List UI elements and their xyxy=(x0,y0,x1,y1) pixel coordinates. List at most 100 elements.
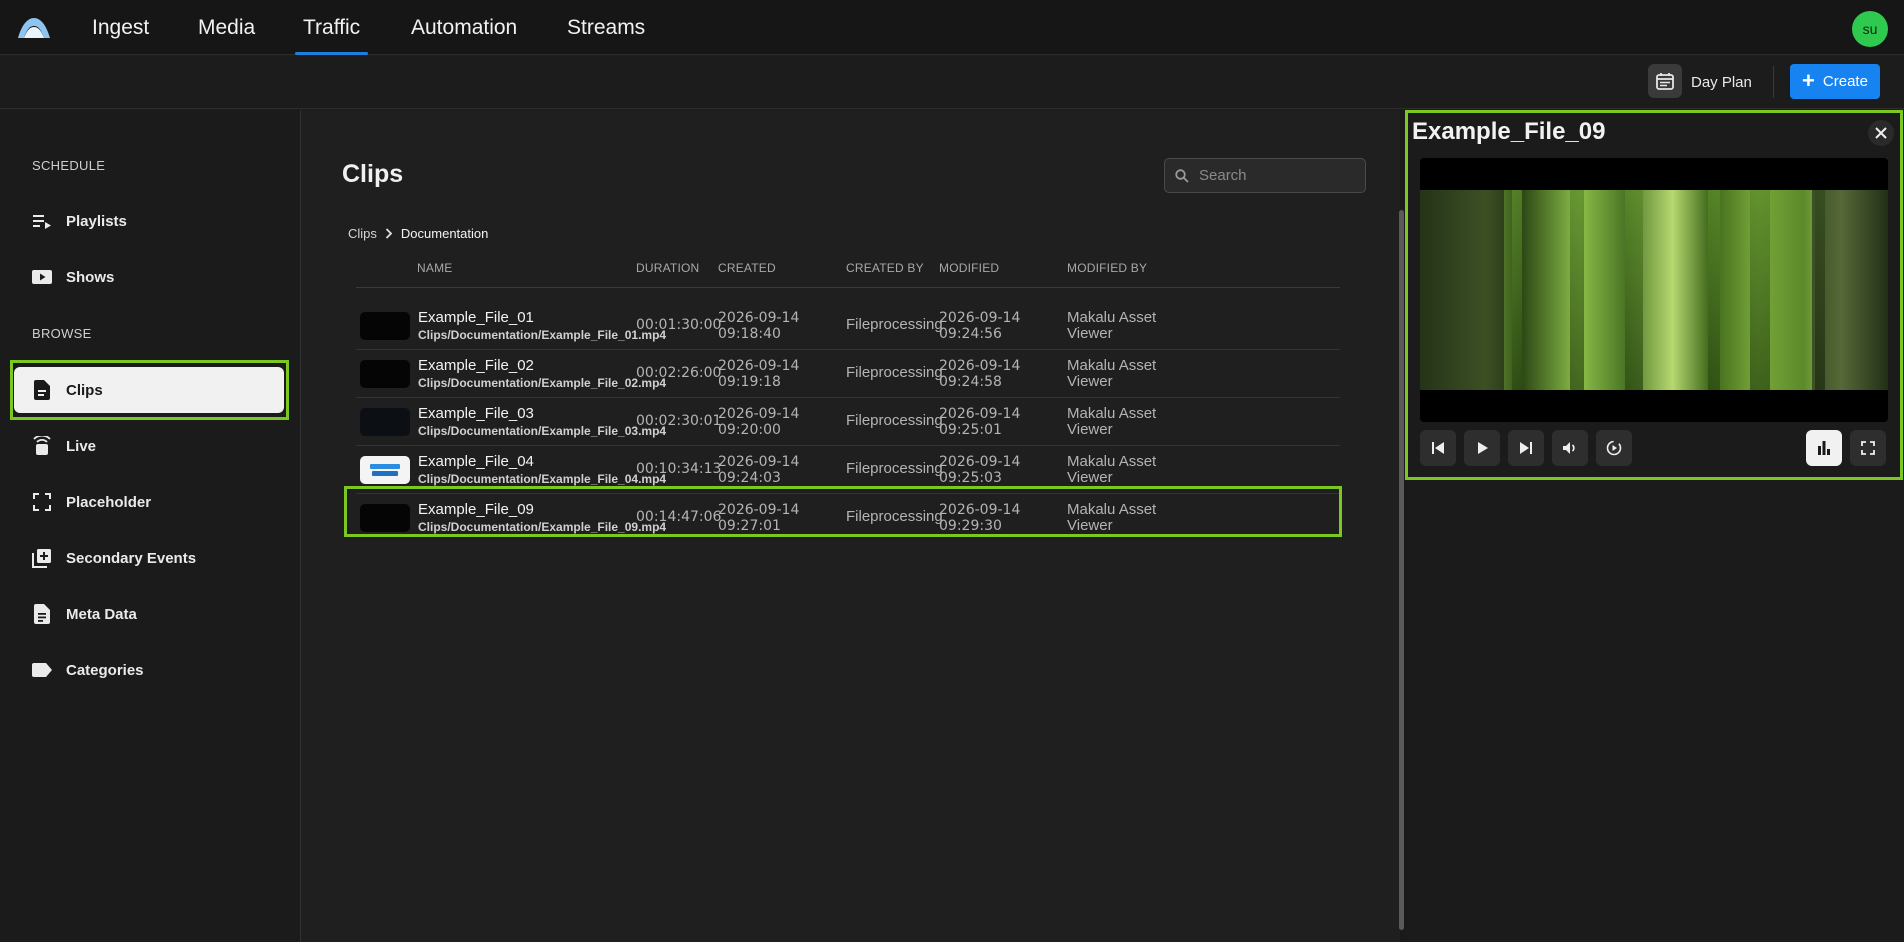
created-time: 09:20:00 xyxy=(718,422,781,438)
video-icon xyxy=(32,267,52,287)
sidebar-item-live[interactable]: Live xyxy=(14,423,284,469)
modified-date: 2026-09-14 xyxy=(939,310,1021,326)
add-layer-icon xyxy=(32,548,52,568)
frame-corners-icon xyxy=(32,492,52,512)
created-by: Fileprocessing xyxy=(846,316,943,333)
search-input[interactable] xyxy=(1199,167,1349,184)
created-time: 09:24:03 xyxy=(718,470,781,486)
modified-time: 09:24:58 xyxy=(939,374,1002,390)
sidebar-item-label: Shows xyxy=(66,268,115,286)
breadcrumb-clips[interactable]: Clips xyxy=(348,226,377,241)
search-box[interactable] xyxy=(1164,158,1366,193)
clip-duration: 00:01:30:00 xyxy=(636,317,722,333)
sidebar-item-categories[interactable]: Categories xyxy=(14,647,284,693)
selection-highlight xyxy=(1405,110,1903,480)
clip-thumbnail xyxy=(360,312,410,340)
sidebar-item-meta-data[interactable]: Meta Data xyxy=(14,591,284,637)
breadcrumb-documentation: Documentation xyxy=(400,226,489,241)
search-icon xyxy=(1175,168,1189,183)
plus-icon: + xyxy=(1802,67,1815,93)
tab-streams[interactable]: Streams xyxy=(567,0,645,55)
breadcrumb: Clips Documentation xyxy=(348,226,488,241)
modified-by: Makalu Asset xyxy=(1067,309,1157,326)
modified-by-role: Viewer xyxy=(1067,325,1113,342)
create-button[interactable]: + Create xyxy=(1790,64,1880,99)
file-text-icon xyxy=(32,604,52,624)
tag-icon xyxy=(32,660,52,680)
column-header-duration[interactable]: DURATION xyxy=(636,261,699,275)
sidebar-item-label: Live xyxy=(66,437,97,455)
created-by: Fileprocessing xyxy=(846,364,943,381)
toolbar: Day Plan + Create xyxy=(0,56,1904,109)
chevron-right-icon xyxy=(385,228,393,239)
clip-name: Example_File_01 xyxy=(418,309,534,326)
column-header-created-by[interactable]: CREATED BY xyxy=(846,261,924,275)
clips-panel: Clips Clips Documentation NAME DURATION … xyxy=(302,110,1400,942)
tab-ingest[interactable]: Ingest xyxy=(92,0,149,55)
column-header-modified[interactable]: MODIFIED xyxy=(939,261,999,275)
clip-thumbnail xyxy=(360,456,410,484)
user-avatar[interactable]: su xyxy=(1852,11,1888,47)
mountain-logo-icon[interactable] xyxy=(16,14,52,40)
created-by: Fileprocessing xyxy=(846,460,943,477)
clip-duration: 00:10:34:13 xyxy=(636,461,722,477)
created-date: 2026-09-14 xyxy=(718,406,800,422)
clip-path: Clips/Documentation/Example_File_04.mp4 xyxy=(418,472,667,486)
clip-duration: 00:02:30:01 xyxy=(636,413,722,429)
sidebar: SCHEDULE Playlists Shows BROWSE Clips Li… xyxy=(0,110,301,942)
sidebar-item-secondary-events[interactable]: Secondary Events xyxy=(14,535,284,581)
sidebar-item-shows[interactable]: Shows xyxy=(14,254,284,300)
tab-traffic[interactable]: Traffic xyxy=(294,0,369,55)
tab-automation[interactable]: Automation xyxy=(411,0,517,55)
table-row[interactable]: Example_File_01 Clips/Documentation/Exam… xyxy=(356,302,1340,350)
tab-media[interactable]: Media xyxy=(198,0,255,55)
clip-duration: 00:02:26:00 xyxy=(636,365,722,381)
created-time: 09:19:18 xyxy=(718,374,781,390)
modified-by: Makalu Asset xyxy=(1067,357,1157,374)
sidebar-item-placeholder[interactable]: Placeholder xyxy=(14,479,284,525)
created-date: 2026-09-14 xyxy=(718,358,800,374)
created-date: 2026-09-14 xyxy=(718,310,800,326)
modified-date: 2026-09-14 xyxy=(939,454,1021,470)
modified-by-role: Viewer xyxy=(1067,373,1113,390)
schedule-heading: SCHEDULE xyxy=(32,158,106,173)
table-row[interactable]: Example_File_02 Clips/Documentation/Exam… xyxy=(356,350,1340,398)
sidebar-item-label: Placeholder xyxy=(66,493,152,511)
clip-name: Example_File_04 xyxy=(418,453,534,470)
browse-heading: BROWSE xyxy=(32,326,92,341)
modified-date: 2026-09-14 xyxy=(939,406,1021,422)
sidebar-item-playlists[interactable]: Playlists xyxy=(14,198,284,244)
clip-thumbnail xyxy=(360,360,410,388)
live-broadcast-icon xyxy=(32,436,52,456)
modified-by: Makalu Asset xyxy=(1067,453,1157,470)
modified-time: 09:24:56 xyxy=(939,326,1002,342)
table-row[interactable]: Example_File_03 Clips/Documentation/Exam… xyxy=(356,398,1340,446)
day-plan-button[interactable] xyxy=(1648,64,1682,98)
modified-by-role: Viewer xyxy=(1067,469,1113,486)
table-header: NAME DURATION CREATED CREATED BY MODIFIE… xyxy=(356,261,1340,288)
clip-path: Clips/Documentation/Example_File_01.mp4 xyxy=(418,328,667,342)
top-navigation: Ingest Media Traffic Automation Streams … xyxy=(0,0,1904,55)
modified-time: 09:25:03 xyxy=(939,470,1002,486)
created-date: 2026-09-14 xyxy=(718,454,800,470)
column-header-created[interactable]: CREATED xyxy=(718,261,776,275)
clip-path: Clips/Documentation/Example_File_03.mp4 xyxy=(418,424,667,438)
modified-by-role: Viewer xyxy=(1067,421,1113,438)
clip-thumbnail xyxy=(360,408,410,436)
column-header-name[interactable]: NAME xyxy=(417,261,452,275)
sidebar-item-label: Secondary Events xyxy=(66,549,197,567)
page-title: Clips xyxy=(342,160,404,188)
sidebar-item-label: Playlists xyxy=(66,212,127,230)
modified-time: 09:25:01 xyxy=(939,422,1002,438)
create-label: Create xyxy=(1822,73,1868,90)
created-by: Fileprocessing xyxy=(846,412,943,429)
scrollbar-thumb[interactable] xyxy=(1399,210,1404,930)
calendar-icon xyxy=(1656,73,1674,90)
column-header-modified-by[interactable]: MODIFIED BY xyxy=(1067,261,1147,275)
selection-highlight xyxy=(10,360,289,420)
day-plan-label[interactable]: Day Plan xyxy=(1691,56,1752,109)
clip-path: Clips/Documentation/Example_File_02.mp4 xyxy=(418,376,667,390)
toolbar-divider xyxy=(1773,66,1774,98)
clip-name: Example_File_02 xyxy=(418,357,534,374)
sidebar-item-label: Categories xyxy=(66,661,144,679)
